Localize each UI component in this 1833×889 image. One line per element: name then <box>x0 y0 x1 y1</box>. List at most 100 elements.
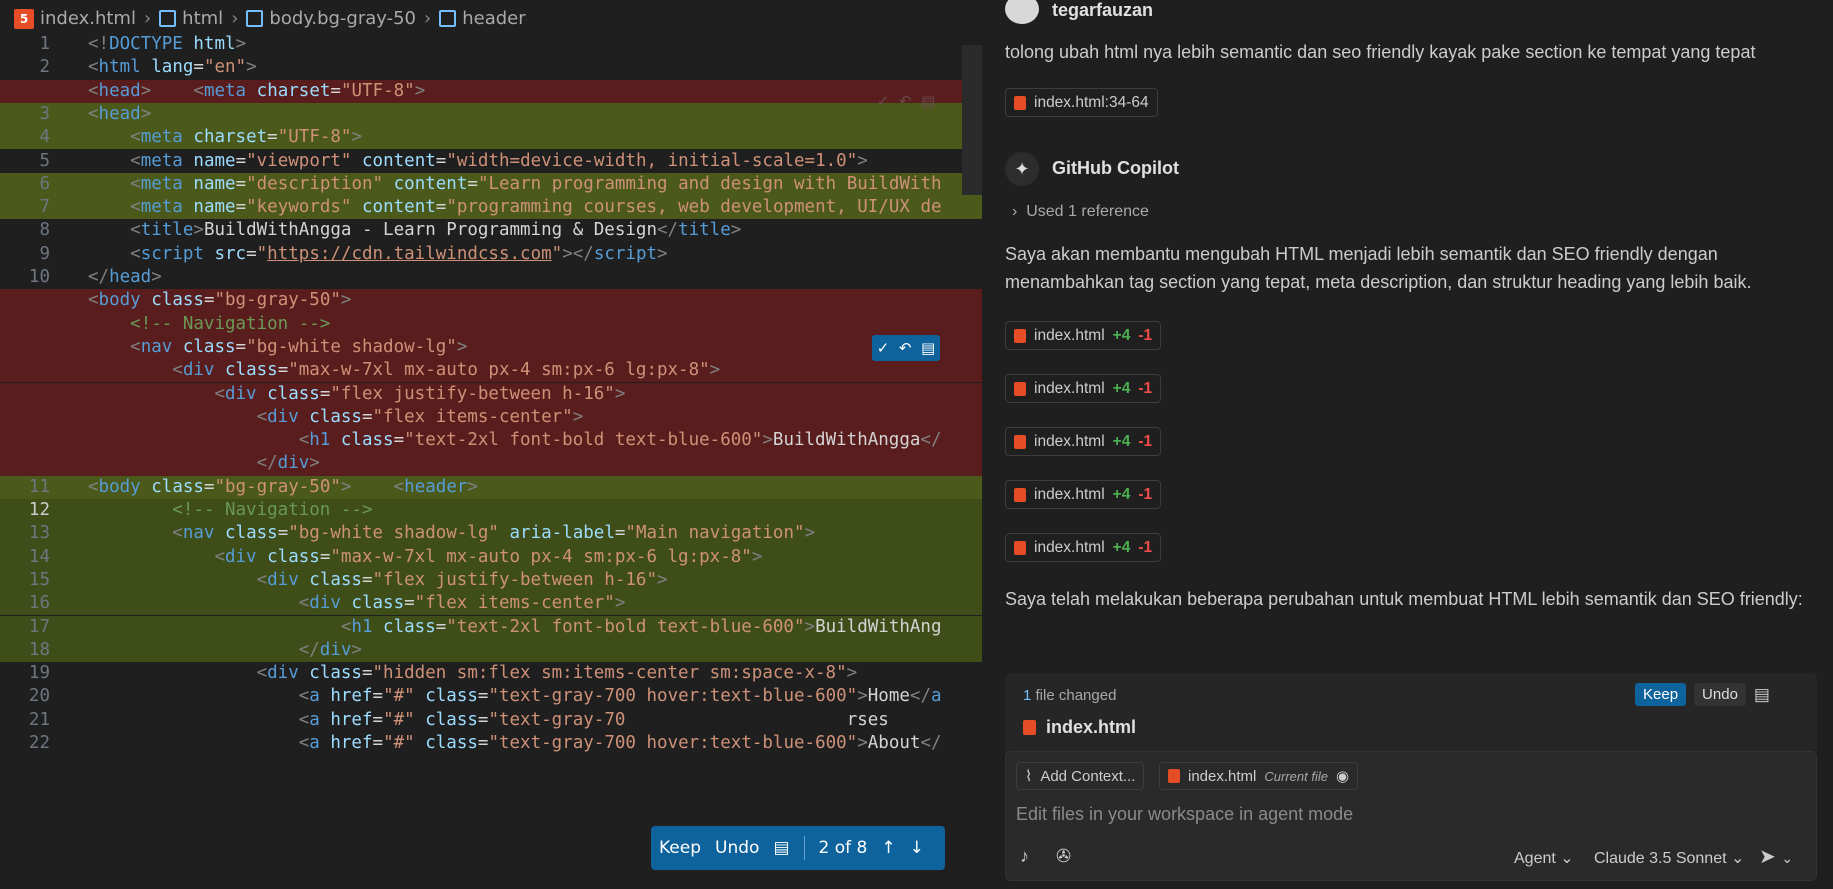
code-line[interactable]: <div class="flex items-center"> <box>0 405 982 430</box>
code-text[interactable]: <meta name="keywords" content="programmi… <box>88 196 941 219</box>
undo-all-button[interactable]: Undo <box>1694 683 1746 706</box>
keep-all-button[interactable]: Keep <box>1635 683 1687 706</box>
code-line[interactable]: 9 <script src="https://cdn.tailwindcss.c… <box>0 243 982 266</box>
code-text[interactable]: </head> <box>88 266 162 289</box>
add-context-button[interactable]: ⌇ Add Context... <box>1016 762 1145 790</box>
code-line[interactable]: 22 <a href="#" class="text-gray-700 hove… <box>0 732 982 755</box>
code-text[interactable]: <h1 class="text-2xl font-bold text-blue-… <box>88 616 942 639</box>
code-text[interactable]: <h1 class="text-2xl font-bold text-blue-… <box>88 429 942 452</box>
mode-picker[interactable]: Agent ⌄ <box>1514 848 1574 868</box>
code-line[interactable]: 10 </head> <box>0 266 982 289</box>
code-text[interactable]: <body class="bg-gray-50"> <header> <box>88 476 478 499</box>
code-text[interactable]: <head> <box>88 103 151 126</box>
code-text[interactable]: <div class="flex justify-between h-16"> <box>88 383 625 406</box>
code-text[interactable]: <head> <meta charset="UTF-8"> <box>88 80 425 103</box>
code-text[interactable]: <!DOCTYPE html> <box>88 33 246 56</box>
keep-button[interactable]: Keep <box>659 838 701 858</box>
code-line[interactable]: </div> <box>0 452 982 476</box>
code-text[interactable]: <div class="flex items-center"> <box>88 406 584 429</box>
code-text[interactable]: <!-- Navigation --> <box>88 313 330 336</box>
code-text[interactable]: <body class="bg-gray-50"> <box>88 289 351 312</box>
code-line[interactable]: 13 <nav class="bg-white shadow-lg" aria-… <box>0 522 982 546</box>
changed-file-row[interactable]: index.html <box>1023 717 1136 738</box>
diff-icon[interactable]: ▤ <box>921 339 935 357</box>
code-line[interactable]: 19 <div class="hidden sm:flex sm:items-c… <box>0 662 982 685</box>
code-line[interactable]: 3 <head> <box>0 102 982 127</box>
tools-icon[interactable]: ✇ <box>1056 846 1071 867</box>
code-line[interactable]: 2 <html lang="en"> <box>0 56 982 79</box>
edit-chip[interactable]: index.html +4 -1 <box>1005 427 1162 456</box>
microphone-icon[interactable]: ♪ <box>1020 846 1029 867</box>
code-text[interactable]: <html lang="en"> <box>88 56 257 79</box>
code-text[interactable]: </div> <box>88 639 362 662</box>
scrollbar[interactable] <box>962 45 982 195</box>
code-line[interactable]: 11 <body class="bg-gray-50"> <header> <box>0 475 982 499</box>
code-text[interactable]: </div> <box>88 452 320 475</box>
code-text[interactable]: <meta name="description" content="Learn … <box>88 173 941 196</box>
code-text[interactable]: <div class="max-w-7xl mx-auto px-4 sm:px… <box>88 359 720 382</box>
edit-chip[interactable]: index.html +4 -1 <box>1005 480 1162 509</box>
code-text[interactable]: <meta name="viewport" content="width=dev… <box>88 150 868 173</box>
code-text[interactable]: <a href="#" class="text-gray-70 rses <box>88 709 889 732</box>
code-line[interactable]: 17 <h1 class="text-2xl font-bold text-bl… <box>0 615 982 639</box>
arrow-down-icon[interactable]: ↓ <box>910 838 924 858</box>
code-line[interactable]: 7 <meta name="keywords" content="program… <box>0 196 982 220</box>
code-line[interactable]: 15 <div class="flex justify-between h-16… <box>0 568 982 593</box>
code-line[interactable]: <head> <meta charset="UTF-8"> <box>0 79 982 103</box>
code-line[interactable]: 8 <title>BuildWithAngga - Learn Programm… <box>0 219 982 242</box>
code-text[interactable]: <script src="https://cdn.tailwindcss.com… <box>88 243 667 266</box>
code-line[interactable]: 18 </div> <box>0 638 982 663</box>
code-text[interactable]: <div class="flex justify-between h-16"> <box>88 569 668 592</box>
code-text[interactable]: <title>BuildWithAngga - Learn Programmin… <box>88 219 741 242</box>
undo-button[interactable]: Undo <box>715 838 759 858</box>
send-icon[interactable]: ➤ ⌄ <box>1759 844 1793 869</box>
code-text[interactable]: <div class="flex items-center"> <box>88 592 626 615</box>
code-line[interactable]: 12 <!-- Navigation --> <box>0 499 982 523</box>
breadcrumb-file[interactable]: index.html <box>40 8 136 29</box>
code-line[interactable]: <nav class="bg-white shadow-lg"> <box>0 335 982 360</box>
code-text[interactable]: <div class="hidden sm:flex sm:items-cent… <box>88 662 858 685</box>
undo-icon[interactable]: ↶ <box>899 92 912 110</box>
accept-icon[interactable]: ✓ <box>877 339 890 357</box>
code-text[interactable]: <nav class="bg-white shadow-lg"> <box>88 336 467 359</box>
undo-icon[interactable]: ↶ <box>899 339 912 357</box>
accept-icon[interactable]: ✓ <box>877 92 890 110</box>
code-text[interactable]: <meta charset="UTF-8"> <box>88 126 362 149</box>
code-text[interactable]: <a href="#" class="text-gray-700 hover:t… <box>88 685 942 708</box>
diff-icon[interactable]: ▤ <box>773 838 789 858</box>
reference-chip[interactable]: index.html:34-64 <box>1005 88 1158 117</box>
diff-icon[interactable]: ▤ <box>1754 685 1770 705</box>
breadcrumb-html[interactable]: html <box>182 8 223 29</box>
model-picker[interactable]: Claude 3.5 Sonnet ⌄ <box>1594 848 1744 868</box>
current-file-chip[interactable]: index.html Current file ◉ <box>1159 762 1359 790</box>
edit-chip[interactable]: index.html +4 -1 <box>1005 533 1162 562</box>
code-line[interactable]: <div class="flex justify-between h-16"> <box>0 382 982 406</box>
breadcrumb-header[interactable]: header <box>462 8 525 29</box>
code-line[interactable]: <div class="max-w-7xl mx-auto px-4 sm:px… <box>0 359 982 383</box>
code-editor[interactable]: 5 index.html › html › body.bg-gray-50 › … <box>0 0 982 889</box>
code-line[interactable]: 21 <a href="#" class="text-gray-70 rses <box>0 709 982 732</box>
code-line[interactable]: <h1 class="text-2xl font-bold text-blue-… <box>0 429 982 453</box>
breadcrumb-body[interactable]: body.bg-gray-50 <box>269 8 416 29</box>
edit-chip[interactable]: index.html +4 -1 <box>1005 321 1162 350</box>
code-line[interactable]: 16 <div class="flex items-center"> <box>0 592 982 616</box>
chevron-down-icon[interactable]: ⌄ <box>1781 850 1793 866</box>
code-text[interactable]: <!-- Navigation --> <box>88 499 372 522</box>
code-line[interactable]: 4 <meta charset="UTF-8"> <box>0 126 982 150</box>
code-line[interactable]: 14 <div class="max-w-7xl mx-auto px-4 sm… <box>0 545 982 569</box>
used-references-toggle[interactable]: › Used 1 reference <box>1012 203 1149 221</box>
edit-chip[interactable]: index.html +4 -1 <box>1005 374 1162 403</box>
code-line[interactable]: 6 <meta name="description" content="Lear… <box>0 172 982 197</box>
code-text[interactable]: <nav class="bg-white shadow-lg" aria-lab… <box>88 522 815 545</box>
code-text[interactable]: <div class="max-w-7xl mx-auto px-4 sm:px… <box>88 546 762 569</box>
hunk-actions[interactable]: ✓ ↶ ▤ <box>872 335 940 361</box>
hunk-actions-inactive[interactable]: ✓ ↶ ▤ <box>872 89 940 113</box>
code-line[interactable]: <body class="bg-gray-50"> <box>0 289 982 313</box>
eye-icon[interactable]: ◉ <box>1336 767 1349 785</box>
chat-input[interactable]: Edit files in your workspace in agent mo… <box>1016 804 1796 825</box>
code-line[interactable]: 20 <a href="#" class="text-gray-700 hove… <box>0 685 982 708</box>
code-text[interactable]: <a href="#" class="text-gray-700 hover:t… <box>88 732 942 755</box>
code-line[interactable]: <!-- Navigation --> <box>0 312 982 336</box>
diff-icon[interactable]: ▤ <box>921 92 935 110</box>
arrow-up-icon[interactable]: ↑ <box>881 838 895 858</box>
